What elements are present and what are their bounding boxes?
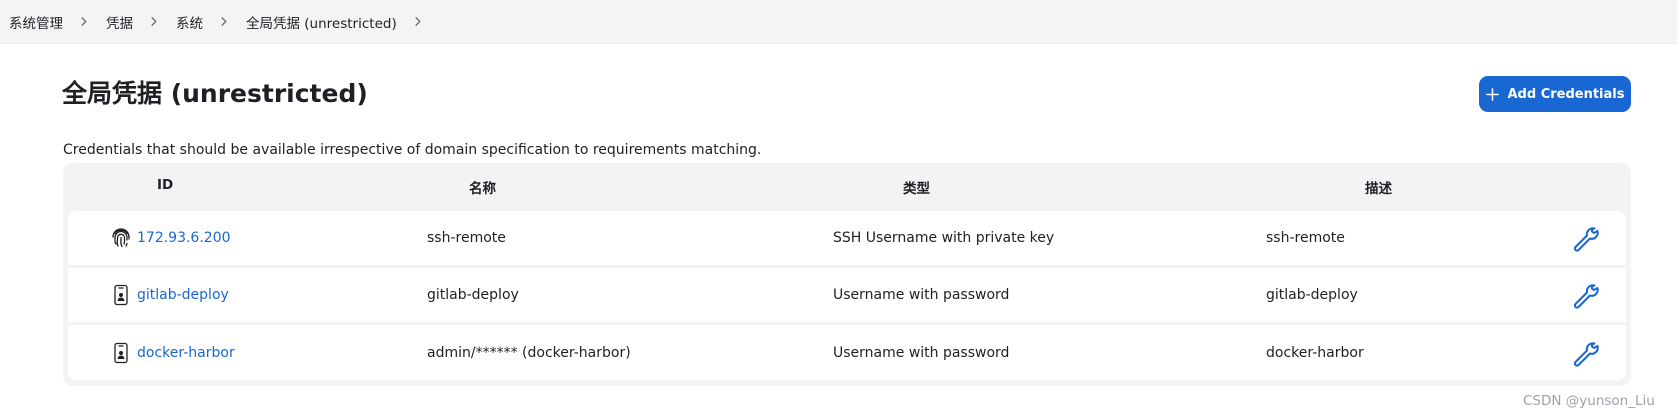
credential-description: ssh-remote	[1266, 230, 1345, 246]
table-row: docker-harbor admin/****** (docker-harbo…	[68, 325, 1626, 380]
credential-name: admin/****** (docker-harbor)	[427, 344, 631, 361]
breadcrumb-item-credentials[interactable]: 凭据	[106, 12, 133, 32]
chevron-right-icon	[148, 16, 159, 27]
breadcrumb: 系统管理 凭据 系统 全局凭据 (unrestricted)	[0, 0, 1677, 44]
table-row: 172.93.6.200 ssh-remote SSH Username wit…	[68, 211, 1626, 265]
credential-type: Username with password	[833, 344, 1010, 361]
id-badge-icon	[109, 283, 133, 307]
credential-description: gitlab-deploy	[1266, 287, 1358, 303]
credential-id-link[interactable]: gitlab-deploy	[137, 287, 229, 303]
column-header-id[interactable]: ID	[157, 177, 173, 193]
wrench-icon[interactable]	[1570, 280, 1600, 310]
credential-id-link[interactable]: 172.93.6.200	[137, 230, 231, 246]
credential-name: gitlab-deploy	[427, 287, 519, 303]
credential-type: SSH Username with private key	[833, 230, 1055, 246]
wrench-icon[interactable]	[1570, 223, 1600, 253]
fingerprint-icon	[109, 226, 133, 250]
breadcrumb-item-system[interactable]: 系统	[176, 12, 203, 32]
breadcrumb-item-global-credentials[interactable]: 全局凭据 (unrestricted)	[246, 12, 397, 32]
credentials-table: ID 名称 类型 描述 172.93.6.200 ssh-remote SSH …	[63, 163, 1631, 386]
column-header-type[interactable]: 类型	[903, 177, 930, 197]
chevron-right-icon[interactable]	[412, 16, 423, 27]
table-row: gitlab-deploy gitlab-deploy Username wit…	[68, 268, 1626, 322]
id-badge-icon	[109, 341, 133, 365]
add-credentials-button[interactable]: Add Credentials	[1479, 76, 1631, 112]
page-description: Credentials that should be available irr…	[63, 142, 762, 158]
column-header-description[interactable]: 描述	[1365, 177, 1392, 197]
credential-name: ssh-remote	[427, 230, 506, 246]
credential-id-link[interactable]: docker-harbor	[137, 345, 235, 361]
add-credentials-label: Add Credentials	[1507, 86, 1625, 102]
chevron-right-icon	[78, 16, 89, 27]
credential-type: Username with password	[833, 287, 1010, 303]
page-title: 全局凭据 (unrestricted)	[62, 79, 368, 108]
column-header-name[interactable]: 名称	[469, 177, 496, 197]
chevron-right-icon	[218, 16, 229, 27]
watermark: CSDN @yunson_Liu	[1523, 393, 1655, 409]
plus-icon	[1485, 87, 1499, 101]
breadcrumb-item-system-management[interactable]: 系统管理	[9, 12, 63, 32]
credential-description: docker-harbor	[1266, 344, 1364, 361]
wrench-icon[interactable]	[1570, 338, 1600, 368]
